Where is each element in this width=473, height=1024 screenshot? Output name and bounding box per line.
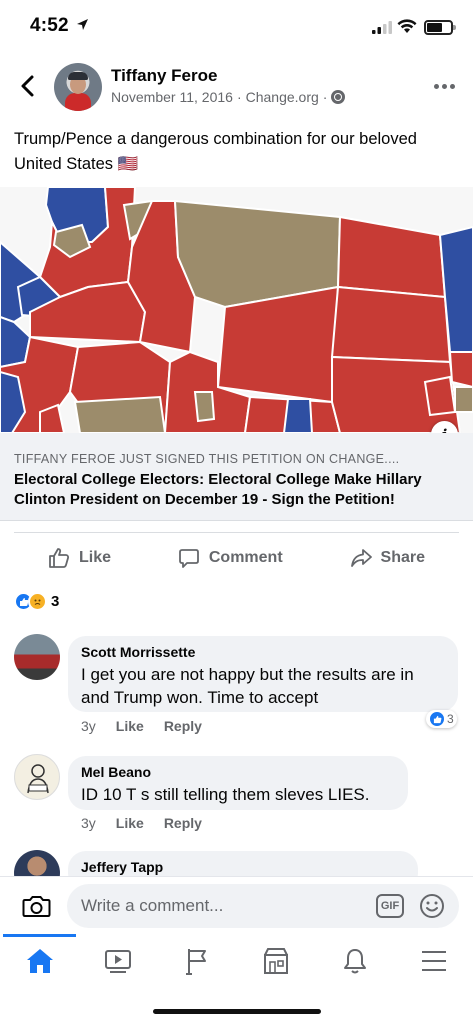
bottom-tab-bar <box>0 934 473 986</box>
link-domain: TIFFANY FEROE JUST SIGNED THIS PETITION … <box>14 452 400 466</box>
commenter-name[interactable]: Scott Morrissette <box>81 644 445 660</box>
post-actions: Like Comment Share <box>14 532 459 582</box>
comment-like-button[interactable]: Like <box>116 815 144 831</box>
home-indicator[interactable] <box>153 1009 321 1014</box>
status-time: 4:52 <box>30 15 69 36</box>
like-button[interactable]: Like <box>48 547 111 569</box>
post-date[interactable]: November 11, 2016 <box>111 89 233 105</box>
tab-menu[interactable] <box>419 946 449 976</box>
emoji-smile-icon[interactable] <box>419 893 445 919</box>
comment-bubble: Scott Morrissette I get you are not happ… <box>68 636 458 712</box>
back-arrow-icon[interactable] <box>18 74 38 98</box>
tab-marketplace[interactable] <box>261 946 291 976</box>
comment-text: ID 10 T s still telling them sleves LIES… <box>81 785 370 804</box>
post-author-name[interactable]: Tiffany Feroe <box>111 66 217 86</box>
like-reaction-icon <box>429 711 445 727</box>
marketplace-icon <box>264 948 288 974</box>
comment-reply-button[interactable]: Reply <box>164 718 202 734</box>
reaction-count: 3 <box>51 593 60 610</box>
reaction-summary[interactable]: 3 <box>14 592 59 611</box>
comment-text: I get you are not happy but the results … <box>81 665 414 707</box>
post-source: Change.org <box>245 89 319 105</box>
comment-button[interactable]: Comment <box>178 547 283 569</box>
meta-separator: · <box>236 89 242 105</box>
gif-button[interactable]: GIF <box>376 894 404 918</box>
tab-pages[interactable] <box>182 946 212 976</box>
share-button[interactable]: Share <box>350 547 425 569</box>
comment-bubble-icon <box>178 548 199 568</box>
comment-like-button[interactable]: Like <box>116 718 144 734</box>
comment-label: Comment <box>208 548 283 566</box>
commenter-name[interactable]: Jeffery Tapp <box>81 859 405 875</box>
comment-meta: 3y Like Reply <box>81 718 202 734</box>
like-label: Like <box>79 548 112 566</box>
tab-watch[interactable] <box>103 946 133 976</box>
share-label: Share <box>380 548 425 566</box>
commenter-avatar[interactable] <box>14 634 60 680</box>
comment-reaction-badge[interactable]: 3 <box>426 710 457 728</box>
flag-icon <box>186 949 206 975</box>
comment-bubble: Mel Beano ID 10 T s still telling them s… <box>68 756 408 810</box>
post-text: Trump/Pence a dangerous combination for … <box>14 130 417 173</box>
location-arrow-icon <box>77 19 88 30</box>
link-title: Electoral College Electors: Electoral Co… <box>14 471 422 508</box>
link-preview-image[interactable] <box>0 187 473 433</box>
commenter-avatar[interactable] <box>14 754 60 800</box>
sad-reaction-icon <box>28 592 47 611</box>
more-options-icon[interactable] <box>434 84 455 89</box>
camera-icon[interactable] <box>22 894 51 918</box>
comment-reply-button[interactable]: Reply <box>164 815 202 831</box>
wifi-icon <box>397 19 417 33</box>
tab-notifications[interactable] <box>340 946 370 976</box>
share-arrow-icon <box>350 548 372 567</box>
comment-reaction-count: 3 <box>447 712 454 726</box>
tab-home[interactable] <box>25 946 55 976</box>
home-icon <box>27 949 53 973</box>
bell-icon <box>344 949 366 974</box>
video-play-icon <box>105 950 131 973</box>
comment-age: 3y <box>81 815 96 831</box>
comment-composer: GIF <box>0 876 473 934</box>
meta-separator: · <box>322 89 328 105</box>
commenter-name[interactable]: Mel Beano <box>81 764 395 780</box>
thumbs-up-icon <box>49 547 70 568</box>
battery-icon <box>424 20 456 35</box>
hamburger-menu-icon <box>422 951 446 971</box>
author-avatar[interactable] <box>54 63 102 111</box>
active-tab-indicator <box>3 934 76 937</box>
link-preview-card[interactable]: TIFFANY FEROE JUST SIGNED THIS PETITION … <box>0 433 473 521</box>
comment-age: 3y <box>81 718 96 734</box>
comment-meta: 3y Like Reply <box>81 815 202 831</box>
post-meta: November 11, 2016 · Change.org · <box>111 89 346 105</box>
status-bar: 4:52 <box>0 0 473 52</box>
cellular-signal-icon <box>372 21 392 34</box>
globe-icon <box>331 90 346 104</box>
